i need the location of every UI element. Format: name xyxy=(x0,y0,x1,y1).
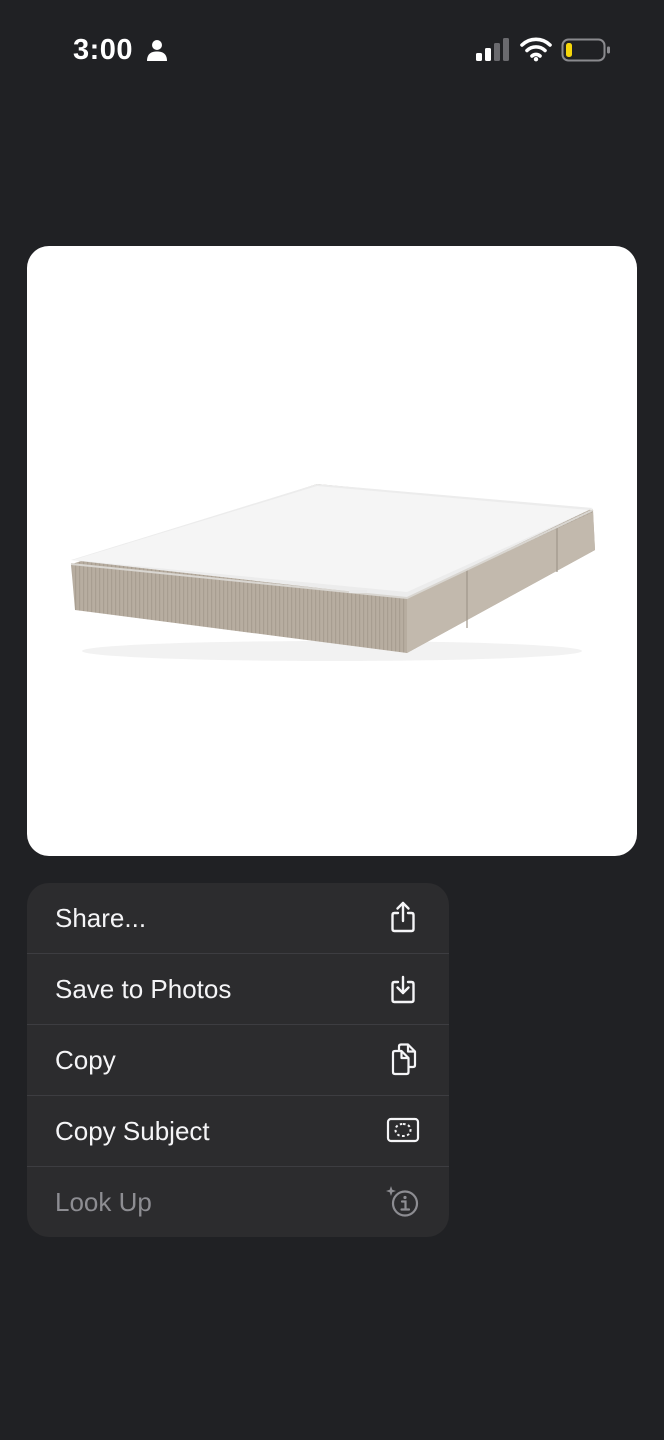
menu-item-copy-subject[interactable]: Copy Subject xyxy=(27,1095,449,1166)
copy-icon xyxy=(391,1043,417,1076)
menu-item-label: Look Up xyxy=(55,1187,152,1217)
copy-subject-icon xyxy=(386,1117,420,1143)
menu-item-share[interactable]: Share... xyxy=(27,883,449,953)
mattress-image xyxy=(70,484,595,661)
cellular-signal-icon xyxy=(476,38,509,61)
menu-item-look-up[interactable]: Look Up xyxy=(27,1166,449,1237)
image-preview xyxy=(27,246,637,856)
share-icon xyxy=(391,901,415,933)
save-to-photos-icon xyxy=(391,975,415,1004)
menu-item-label: Copy Subject xyxy=(55,1116,210,1146)
status-bar: 3:00 xyxy=(0,0,664,100)
menu-item-label: Share... xyxy=(55,903,147,933)
battery-icon xyxy=(561,38,610,62)
menu-item-copy[interactable]: Copy xyxy=(27,1024,449,1095)
wifi-icon xyxy=(520,37,552,62)
look-up-icon xyxy=(386,1186,419,1217)
menu-item-label: Save to Photos xyxy=(55,974,232,1004)
context-menu: Share... Save to Photos Copy Copy Subjec… xyxy=(27,883,449,1237)
menu-item-label: Copy xyxy=(55,1045,116,1075)
status-time: 3:00 xyxy=(73,34,134,66)
person-icon xyxy=(147,40,167,61)
menu-item-save-to-photos[interactable]: Save to Photos xyxy=(27,953,449,1024)
